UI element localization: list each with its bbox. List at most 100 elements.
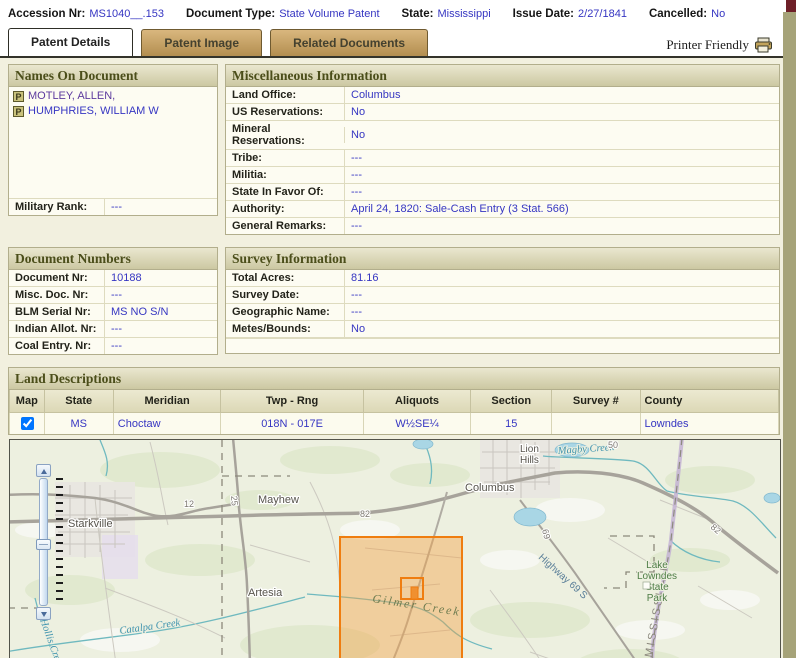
mineral-reservations-label: Mineral Reservations: [232, 123, 305, 147]
land-panel-title: Land Descriptions [9, 368, 779, 390]
survey-empty-row [226, 338, 779, 353]
land-descriptions-table: Map State Meridian Twp - Rng Aliquots Se… [9, 390, 780, 434]
cell-survey-num [551, 412, 641, 434]
label-route-12: 12 [184, 499, 194, 509]
misc-panel-title: Miscellaneous Information [226, 65, 779, 87]
patent-details-page: Accession Nr: MS1040__.153 Document Type… [0, 0, 796, 658]
document-numbers-panel: Document Numbers Document Nr: 10188 Misc… [8, 247, 218, 355]
coal-entry-nr-row: Coal Entry. Nr: --- [9, 338, 217, 354]
tribe-value: --- [344, 150, 779, 166]
tribe-row: Tribe: --- [226, 150, 779, 167]
state-label: State: [401, 8, 434, 20]
cell-meridian: Choctaw [112, 412, 222, 434]
doctype-field: Document Type: State Volume Patent [186, 8, 380, 20]
land-office-label: Land Office: [232, 89, 297, 101]
state-field: State: Mississippi [402, 8, 491, 20]
zoom-out-button[interactable] [36, 607, 51, 620]
metes-bounds-row: Metes/Bounds: No [226, 321, 779, 338]
general-remarks-value: --- [344, 218, 779, 234]
geographic-name-row: Geographic Name: --- [226, 304, 779, 321]
col-map: Map [9, 390, 45, 413]
label-mayhew: Mayhew [258, 494, 299, 506]
general-remarks-label: General Remarks: [232, 220, 327, 232]
patentee-row[interactable]: P HUMPHRIES, WILLIAM W [13, 105, 213, 117]
total-acres-label: Total Acres: [232, 272, 295, 284]
panels-row-1: Names On Document P MOTLEY, ALLEN, P HUM… [8, 64, 780, 235]
survey-date-label: Survey Date: [232, 289, 300, 301]
tab-patent-image[interactable]: Patent Image [141, 29, 263, 56]
land-office-row: Land Office: Columbus [226, 87, 779, 104]
blm-serial-nr-value: MS NO S/N [104, 304, 217, 320]
land-description-row: MS Choctaw 018N - 017E W½SE¼ 15 Lowndes [9, 412, 780, 434]
coal-entry-nr-label: Coal Entry. Nr: [15, 340, 92, 352]
coal-entry-nr-value: --- [104, 338, 217, 354]
zoom-tick-marks [56, 478, 63, 604]
military-rank-row: Military Rank: --- [9, 199, 217, 215]
issuedate-field: Issue Date: 2/27/1841 [513, 8, 627, 20]
indian-allot-nr-label: Indian Allot. Nr: [15, 323, 97, 335]
label-lion-hills-2: Hills [520, 455, 539, 466]
document-header-bar: Accession Nr: MS1040__.153 Document Type… [0, 0, 796, 28]
mineral-reservations-value: No [344, 127, 779, 143]
patentee-link-humphries[interactable]: HUMPHRIES, WILLIAM W [28, 105, 159, 117]
survey-panel-title: Survey Information [226, 248, 779, 270]
label-lake-lowndes-2: Lowndes [637, 571, 677, 582]
survey-date-row: Survey Date: --- [226, 287, 779, 304]
cell-section: 15 [470, 412, 553, 434]
cancelled-label: Cancelled: [648, 8, 708, 20]
label-route-50: 50 [608, 440, 618, 450]
blm-serial-nr-label: BLM Serial Nr: [15, 306, 91, 318]
col-meridian: Meridian [112, 390, 222, 413]
total-acres-row: Total Acres: 81.16 [226, 270, 779, 287]
label-lake-lowndes-1: Lake [646, 560, 668, 571]
cell-state: MS [43, 412, 114, 434]
militia-value: --- [344, 167, 779, 183]
col-survey-num: Survey # [551, 390, 641, 413]
printer-friendly-label: Printer Friendly [666, 37, 749, 52]
tab-related-documents[interactable]: Related Documents [270, 29, 429, 56]
zoom-track[interactable] [36, 478, 51, 606]
patentee-link-motley[interactable]: MOTLEY, ALLEN, [28, 90, 115, 102]
authority-value: April 24, 1820: Sale-Cash Entry (3 Stat.… [344, 201, 779, 217]
accession-field: Accession Nr: MS1040__.153 [8, 8, 164, 20]
label-columbus: Columbus [465, 482, 515, 494]
map-zoom-slider[interactable] [36, 464, 54, 620]
cell-aliquots: W½SE¼ [362, 412, 472, 434]
indian-allot-nr-value: --- [104, 321, 217, 337]
cell-twp-rng: 018N - 017E [220, 412, 364, 434]
land-descriptions-panel: Land Descriptions Map State Meridian Twp… [8, 367, 780, 435]
misc-doc-nr-row: Misc. Doc. Nr: --- [9, 287, 217, 304]
page-edge-corner [786, 0, 796, 12]
state-in-favor-value: --- [344, 184, 779, 200]
zoom-thumb[interactable] [36, 539, 51, 550]
map-checkbox[interactable] [20, 417, 34, 430]
park-icon [642, 581, 651, 590]
military-rank-value: --- [104, 199, 217, 215]
land-description-map[interactable]: Starkville Mayhew Columbus Artesia Lion … [9, 439, 781, 658]
issuedate-value: 2/27/1841 [578, 8, 627, 20]
printer-friendly-button[interactable]: Printer Friendly [666, 37, 774, 53]
authority-row: Authority: April 24, 1820: Sale-Cash Ent… [226, 201, 779, 218]
cancelled-value: No [711, 8, 726, 20]
miscellaneous-information-panel: Miscellaneous Information Land Office: C… [225, 64, 780, 235]
militia-row: Militia: --- [226, 167, 779, 184]
col-county: County [639, 390, 780, 413]
state-in-favor-row: State In Favor Of: --- [226, 184, 779, 201]
mineral-reservations-row: Mineral Reservations: No [226, 121, 779, 150]
militia-label: Militia: [232, 169, 267, 181]
us-reservations-row: US Reservations: No [226, 104, 779, 121]
accession-label: Accession Nr: [8, 8, 86, 20]
names-on-document-panel: Names On Document P MOTLEY, ALLEN, P HUM… [8, 64, 218, 216]
doctype-label: Document Type: [185, 8, 276, 20]
total-acres-value: 81.16 [344, 270, 779, 286]
panels-row-2: Document Numbers Document Nr: 10188 Misc… [8, 247, 780, 355]
zoom-in-button[interactable] [36, 464, 51, 477]
geographic-name-value: --- [344, 304, 779, 320]
names-panel-title: Names On Document [9, 65, 217, 87]
survey-information-panel: Survey Information Total Acres: 81.16 Su… [225, 247, 780, 354]
patentee-row[interactable]: P MOTLEY, ALLEN, [13, 90, 213, 102]
page-edge-strip [783, 12, 796, 658]
col-aliquots: Aliquots [362, 390, 472, 413]
tab-patent-details[interactable]: Patent Details [8, 28, 134, 56]
map-canvas[interactable]: Starkville Mayhew Columbus Artesia Lion … [10, 440, 780, 658]
